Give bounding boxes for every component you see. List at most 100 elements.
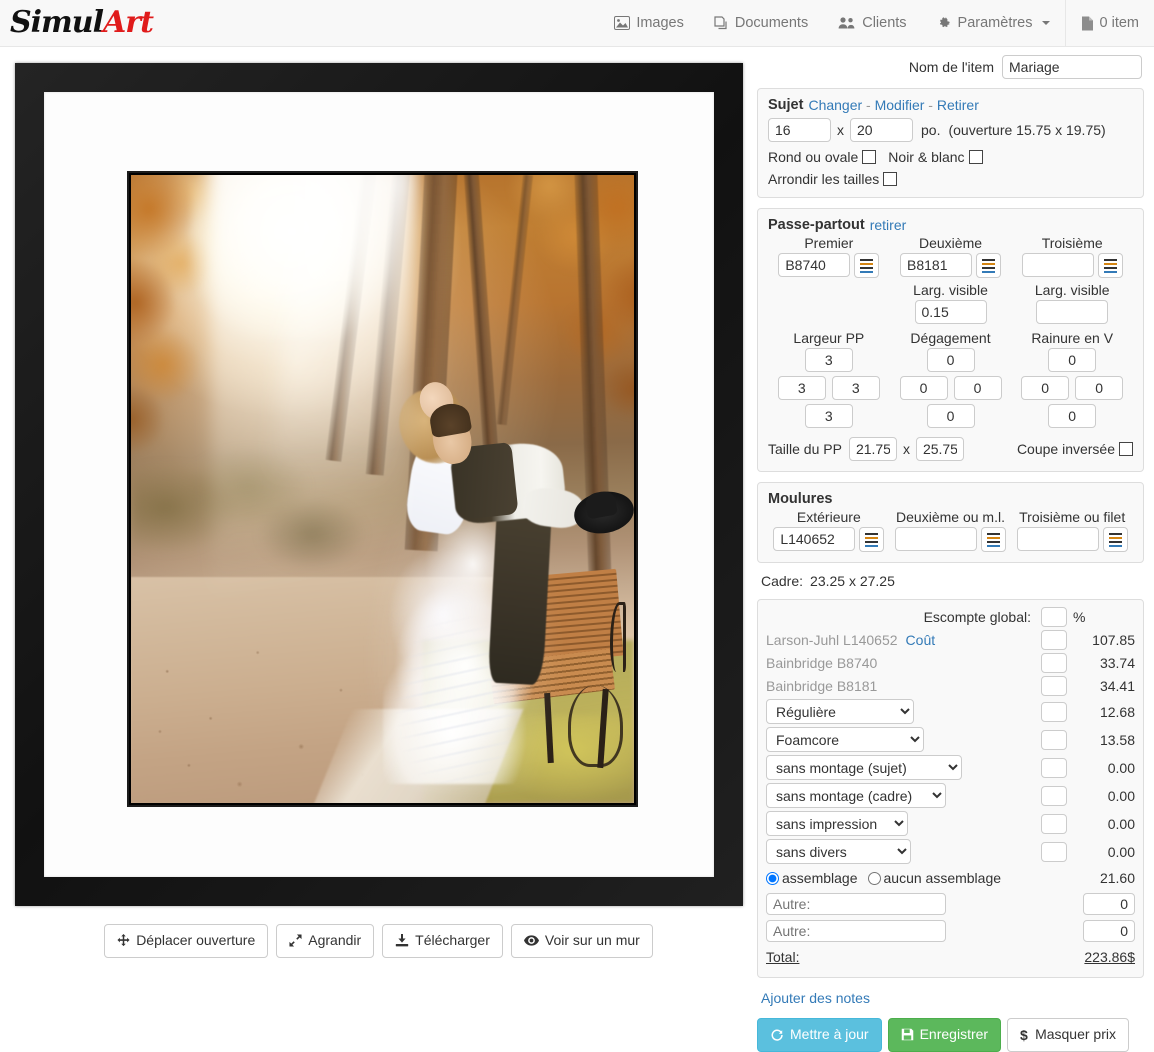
col-label-troisieme: Troisième	[1011, 235, 1133, 251]
sujet-opening-info: (ouverture 15.75 x 19.75)	[948, 122, 1105, 138]
update-button[interactable]: Mettre à jour	[757, 1018, 882, 1052]
moulures-panel: Moulures Extérieure Deuxième ou m.l.	[757, 482, 1144, 563]
options-column: Nom de l'item Sujet Changer - Modifier -…	[757, 47, 1154, 1052]
assembly-radio-yes[interactable]	[766, 872, 779, 885]
moulure-label-troisieme: Troisième ou filet	[1011, 509, 1133, 525]
inverse-cut-label: Coupe inversée	[1017, 441, 1115, 457]
passepartout-code-2[interactable]	[900, 253, 972, 277]
artwork-opening[interactable]	[127, 171, 638, 807]
largeur-pp-right[interactable]	[832, 376, 880, 400]
passepartout-size-height[interactable]	[916, 437, 964, 461]
passepartout-col-troisieme: Troisième	[1011, 235, 1133, 278]
price-discount-mat2[interactable]	[1041, 676, 1067, 696]
degagement-bottom[interactable]	[927, 404, 975, 428]
round-oval-checkbox[interactable]	[862, 150, 876, 164]
degagement-top[interactable]	[927, 348, 975, 372]
degagement-right[interactable]	[954, 376, 1002, 400]
largeur-pp-left[interactable]	[778, 376, 826, 400]
hide-prices-button[interactable]: $ Masquer prix	[1007, 1018, 1129, 1052]
nav-item-clients[interactable]: Clients	[823, 0, 921, 47]
sujet-remove-link[interactable]: Retirer	[937, 97, 979, 113]
passepartout-code-3[interactable]	[1022, 253, 1094, 277]
passepartout-code-1[interactable]	[778, 253, 850, 277]
nav-item-cart[interactable]: 0 item	[1065, 0, 1154, 47]
percent-symbol: %	[1073, 609, 1135, 625]
cost-link[interactable]: Coût	[906, 632, 936, 648]
rainure-bottom[interactable]	[1048, 404, 1096, 428]
assembly-option-no[interactable]: aucun assemblage	[868, 870, 1002, 886]
other-amount-1[interactable]	[1083, 893, 1135, 915]
glass-select[interactable]: Régulière	[766, 699, 914, 724]
price-discount-mount-subject[interactable]	[1041, 758, 1067, 778]
largeur-pp-bottom[interactable]	[805, 404, 853, 428]
rainure-right[interactable]	[1075, 376, 1123, 400]
other-row-1	[766, 891, 1135, 917]
discount-input[interactable]	[1041, 607, 1067, 627]
move-opening-button[interactable]: Déplacer ouverture	[104, 924, 268, 958]
sujet-height-input[interactable]	[850, 118, 913, 142]
sujet-width-input[interactable]	[768, 118, 831, 142]
nav-item-documents[interactable]: Documents	[699, 0, 823, 47]
rainure-top[interactable]	[1048, 348, 1096, 372]
arrows-move-icon	[117, 934, 130, 947]
other-description-1[interactable]	[766, 893, 946, 915]
list-icon-button-3[interactable]	[1098, 253, 1123, 278]
price-discount-backing[interactable]	[1041, 730, 1067, 750]
moulure-input-3[interactable]	[1017, 527, 1099, 551]
price-amount-moulding: 107.85	[1073, 632, 1135, 648]
moulure-input-2[interactable]	[895, 527, 977, 551]
degagement-left[interactable]	[900, 376, 948, 400]
save-button[interactable]: Enregistrer	[888, 1018, 1001, 1052]
list-icon-button-moulure-2[interactable]	[981, 527, 1006, 552]
moulure-input-1[interactable]	[773, 527, 855, 551]
sujet-edit-link[interactable]: Modifier	[875, 97, 925, 113]
col-label-premier: Premier	[768, 235, 890, 251]
list-icon-button-2[interactable]	[976, 253, 1001, 278]
price-discount-printing[interactable]	[1041, 814, 1067, 834]
passepartout-size-width[interactable]	[849, 437, 897, 461]
sujet-change-link[interactable]: Changer	[808, 97, 862, 113]
round-corners-checkbox[interactable]	[883, 172, 897, 186]
bw-checkbox[interactable]	[969, 150, 983, 164]
download-button[interactable]: Télécharger	[382, 924, 503, 958]
item-name-input[interactable]	[1002, 55, 1142, 79]
price-discount-moulding[interactable]	[1041, 630, 1067, 650]
price-discount-mount-frame[interactable]	[1041, 786, 1067, 806]
visible-width-input-3[interactable]	[1036, 300, 1108, 324]
printing-select[interactable]: sans impression	[766, 811, 908, 836]
misc-select[interactable]: sans divers	[766, 839, 911, 864]
rainure-left[interactable]	[1021, 376, 1069, 400]
backing-select[interactable]: Foamcore	[766, 727, 924, 752]
app-logo[interactable]: SimulArt	[10, 8, 153, 38]
price-discount-misc[interactable]	[1041, 842, 1067, 862]
visible-width-input-2[interactable]	[915, 300, 987, 324]
passepartout-remove-link[interactable]: retirer	[870, 217, 907, 233]
list-icon-button-moulure-3[interactable]	[1103, 527, 1128, 552]
assembly-radio-no[interactable]	[868, 872, 881, 885]
other-amount-2[interactable]	[1083, 920, 1135, 942]
inverse-cut-checkbox[interactable]	[1119, 442, 1133, 456]
list-icon-button-1[interactable]	[854, 253, 879, 278]
assembly-option-yes[interactable]: assemblage	[766, 870, 858, 886]
enlarge-button[interactable]: Agrandir	[276, 924, 374, 958]
nav-label-documents: Documents	[735, 15, 808, 31]
largeur-pp-top[interactable]	[805, 348, 853, 372]
view-on-wall-button[interactable]: Voir sur un mur	[511, 924, 653, 958]
list-icon-button-moulure-1[interactable]	[859, 527, 884, 552]
visible-width-spacer	[768, 282, 890, 324]
moulure-col-troisieme: Troisième ou filet	[1011, 509, 1133, 552]
expand-icon	[289, 934, 302, 947]
discount-label: Escompte global:	[924, 609, 1031, 625]
price-discount-glass[interactable]	[1041, 702, 1067, 722]
preview-actions: Déplacer ouverture Agrandir Télécharger …	[0, 924, 757, 958]
mount-frame-select[interactable]: sans montage (cadre)	[766, 783, 946, 808]
mount-subject-select[interactable]: sans montage (sujet)	[766, 755, 962, 780]
add-notes-link[interactable]: Ajouter des notes	[761, 990, 870, 1006]
nav-item-images[interactable]: Images	[599, 0, 699, 47]
nav-item-parametres[interactable]: Paramètres	[922, 0, 1065, 47]
other-description-2[interactable]	[766, 920, 946, 942]
price-discount-mat1[interactable]	[1041, 653, 1067, 673]
item-name-row: Nom de l'item	[757, 55, 1144, 79]
update-label: Mettre à jour	[790, 1025, 869, 1045]
passepartout-columns: Premier Deuxième Troisième	[768, 235, 1133, 278]
